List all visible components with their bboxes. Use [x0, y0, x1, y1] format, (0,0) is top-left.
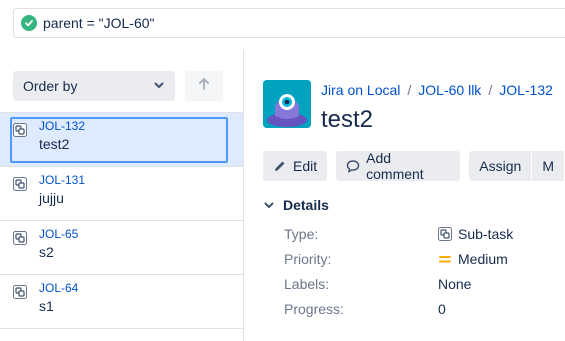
subtask-icon	[438, 227, 452, 241]
labels-value[interactable]: None	[438, 276, 471, 292]
list-item[interactable]: JOL-64 s1	[0, 275, 243, 329]
progress-label: Progress:	[284, 301, 344, 317]
issue-key[interactable]: JOL-64	[39, 275, 243, 295]
chevron-down-icon	[263, 199, 275, 211]
list-item[interactable]: JOL-132 test2	[0, 113, 243, 167]
assign-button[interactable]: Assign	[469, 151, 532, 181]
pencil-icon	[273, 159, 287, 173]
workflow-button-group: Assign M	[469, 151, 565, 181]
valid-query-check-icon	[21, 15, 37, 31]
breadcrumb-separator: /	[488, 82, 493, 98]
issue-title[interactable]: test2	[321, 106, 373, 134]
breadcrumb: Jira on Local / JOL-60 llk / JOL-132	[321, 82, 553, 98]
list-controls: Order by	[0, 50, 243, 113]
issue-summary: jujju	[39, 190, 64, 206]
issue-list-pane: Order by JOL-132 test2 JOL-131 jujju JOL…	[0, 50, 244, 341]
labels-label: Labels:	[284, 276, 330, 292]
add-comment-button-label: Add comment	[366, 150, 424, 182]
project-avatar[interactable]	[263, 80, 311, 128]
issue-toolbar: Edit Add comment Assign M	[263, 150, 565, 182]
priority-value[interactable]: Medium	[438, 251, 508, 267]
subtask-icon	[13, 123, 27, 137]
progress-value: 0	[438, 301, 446, 317]
sort-direction-button[interactable]	[185, 71, 223, 101]
detail-row-labels: Labels: None	[284, 276, 471, 292]
detail-row-type: Type: Sub-task	[284, 226, 513, 242]
breadcrumb-issue-link[interactable]: JOL-132	[499, 82, 553, 98]
more-button-label: M	[542, 158, 554, 174]
chevron-down-icon	[153, 78, 165, 94]
jql-query-text[interactable]: parent = "JOL-60"	[43, 15, 155, 31]
issue-summary: s1	[39, 298, 54, 314]
issue-key[interactable]: JOL-131	[39, 167, 243, 187]
details-section-toggle[interactable]: Details	[263, 197, 329, 213]
edit-button[interactable]: Edit	[263, 151, 328, 181]
order-by-label: Order by	[23, 78, 78, 94]
subtask-icon	[13, 285, 27, 299]
detail-row-priority: Priority: Medium	[284, 251, 508, 267]
type-value: Sub-task	[438, 226, 513, 242]
priority-label: Priority:	[284, 251, 332, 267]
add-comment-button[interactable]: Add comment	[336, 150, 461, 182]
list-item[interactable]: JOL-65 s2	[0, 221, 243, 275]
issue-key[interactable]: JOL-65	[39, 221, 243, 241]
subtask-icon	[13, 231, 27, 245]
detail-row-progress: Progress: 0	[284, 301, 446, 317]
details-heading: Details	[283, 197, 329, 213]
priority-value-text: Medium	[458, 251, 508, 267]
type-label: Type:	[284, 226, 319, 242]
issue-list: JOL-132 test2 JOL-131 jujju JOL-65 s2 JO…	[0, 113, 243, 329]
breadcrumb-parent-link[interactable]: JOL-60 llk	[418, 82, 481, 98]
more-button[interactable]: M	[532, 151, 564, 181]
breadcrumb-separator: /	[407, 82, 412, 98]
issue-key[interactable]: JOL-132	[39, 113, 243, 133]
comment-icon	[346, 159, 360, 173]
edit-button-label: Edit	[293, 158, 318, 174]
subtask-icon	[13, 177, 27, 191]
issue-summary: test2	[39, 136, 70, 152]
type-value-text: Sub-task	[458, 226, 514, 242]
breadcrumb-project-link[interactable]: Jira on Local	[321, 82, 400, 98]
priority-medium-icon	[438, 252, 452, 266]
issue-summary: s2	[39, 244, 54, 260]
assign-button-label: Assign	[479, 158, 522, 174]
list-item[interactable]: JOL-131 jujju	[0, 167, 243, 221]
jql-search-bar[interactable]: parent = "JOL-60"	[13, 8, 565, 38]
arrow-up-icon	[198, 77, 210, 96]
order-by-select[interactable]: Order by	[13, 71, 175, 101]
